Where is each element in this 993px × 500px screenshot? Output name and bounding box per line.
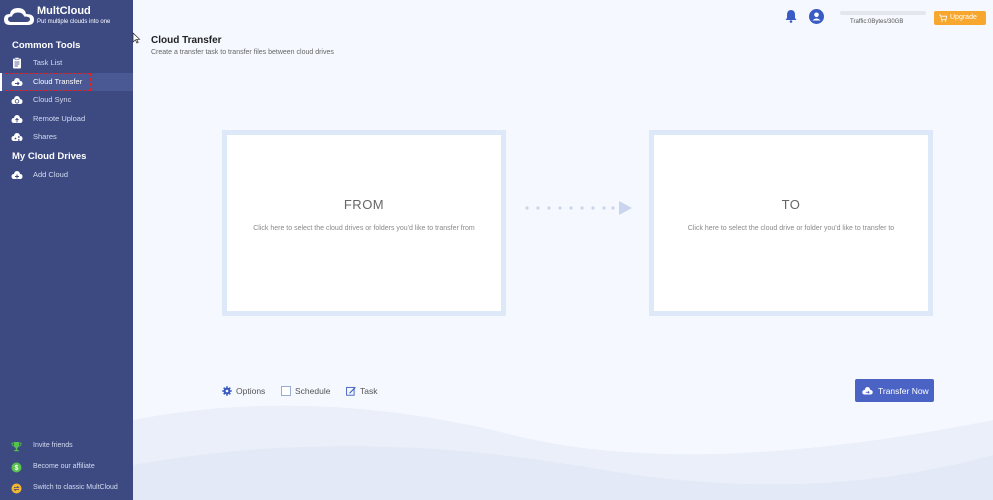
upgrade-label: Upgrade [950, 14, 977, 21]
to-description: Click here to select the cloud drive or … [687, 225, 895, 232]
to-panel[interactable]: TO Click here to select the cloud drive … [649, 130, 933, 316]
sidebar-item-label: Shares [33, 132, 57, 141]
upgrade-button[interactable]: Upgrade [934, 11, 986, 25]
cloud-sync-icon [11, 96, 23, 104]
highlight-box [5, 73, 91, 91]
sidebar-item-remote-upload[interactable]: Remote Upload [0, 110, 133, 128]
cloud-upload-icon [11, 115, 23, 123]
bell-icon[interactable] [785, 9, 797, 23]
cloud-add-icon [11, 171, 23, 179]
gear-icon [222, 386, 232, 396]
trophy-icon [11, 442, 22, 452]
traffic-text: Traffic:0Bytes/30GB [850, 19, 904, 25]
edit-icon [346, 386, 356, 396]
from-panel-body[interactable]: FROM Click here to select the cloud driv… [227, 135, 501, 311]
to-heading: TO [781, 197, 801, 212]
section-my-cloud-drives: My Cloud Drives [12, 151, 87, 162]
switch-classic-link[interactable]: Switch to classic MultCloud [0, 481, 133, 497]
switch-icon [11, 483, 22, 494]
sidebar-item-label: Cloud Sync [33, 95, 72, 104]
clipboard-icon [13, 57, 21, 69]
page-title: Cloud Transfer [151, 35, 222, 46]
app-tagline: Put multiple clouds into one [37, 19, 111, 25]
sidebar-item-label: Task List [33, 58, 63, 67]
dollar-icon: $ [11, 462, 22, 473]
affiliate-link[interactable]: $ Become our affiliate [0, 460, 133, 476]
sidebar-item-cloud-sync[interactable]: Cloud Sync [0, 91, 133, 109]
multcloud-logo-icon [4, 8, 34, 25]
cloud-share-icon [11, 133, 23, 141]
affiliate-label: Become our affiliate [33, 463, 95, 470]
logo[interactable]: MultCloud Put multiple clouds into one [0, 0, 133, 34]
task-label: Task [360, 386, 378, 396]
mouse-cursor-icon [132, 32, 141, 44]
cart-icon [939, 14, 947, 22]
page-subtitle: Create a transfer task to transfer files… [151, 49, 334, 56]
cloud-transfer-icon [862, 387, 873, 395]
sidebar-item-task-list[interactable]: Task List [0, 54, 133, 72]
to-panel-body[interactable]: TO Click here to select the cloud drive … [654, 135, 928, 311]
traffic-progress-bar [840, 11, 926, 15]
invite-friends-label: Invite friends [33, 442, 73, 449]
app-name: MultCloud [37, 5, 91, 17]
sidebar-item-add-cloud[interactable]: Add Cloud [0, 166, 133, 184]
switch-classic-label: Switch to classic MultCloud [33, 484, 118, 491]
transfer-now-button[interactable]: Transfer Now [855, 379, 934, 402]
transfer-now-label: Transfer Now [878, 386, 929, 396]
checkbox-icon [281, 386, 291, 396]
invite-friends-link[interactable]: Invite friends [0, 439, 133, 455]
sidebar-item-shares[interactable]: Shares [0, 128, 133, 146]
user-avatar-icon[interactable] [809, 9, 824, 24]
from-description: Click here to select the cloud drives or… [253, 225, 475, 232]
schedule-label: Schedule [295, 386, 331, 396]
section-common-tools: Common Tools [12, 40, 81, 51]
active-indicator [0, 73, 2, 91]
from-panel[interactable]: FROM Click here to select the cloud driv… [222, 130, 506, 316]
svg-text:$: $ [15, 465, 19, 472]
from-heading: FROM [343, 197, 385, 212]
options-label: Options [236, 386, 266, 396]
sidebar-item-label: Add Cloud [33, 170, 69, 179]
sidebar-item-label: Remote Upload [33, 114, 86, 123]
transfer-arrow-icon [525, 201, 632, 215]
